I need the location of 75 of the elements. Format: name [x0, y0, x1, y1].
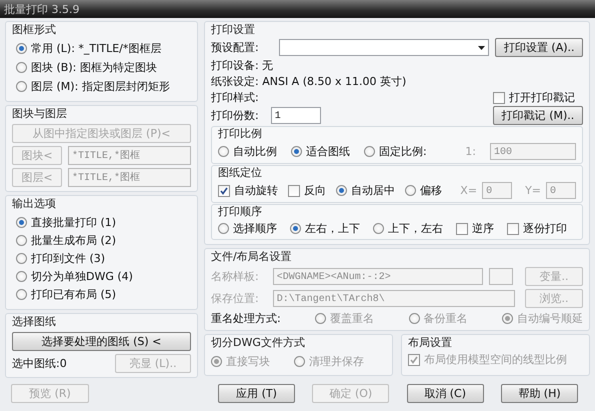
group-title: 图框形式	[12, 23, 57, 37]
radio-icon[interactable]	[336, 185, 347, 196]
window-title: 批量打印 3.5.9	[4, 2, 80, 16]
group-title: 图块与图层	[12, 107, 68, 121]
radio-icon[interactable]	[16, 217, 27, 228]
checkbox[interactable]: 逐份打印	[507, 221, 567, 236]
radio-icon[interactable]	[405, 185, 416, 196]
selected-count: 选中图纸:0	[12, 356, 67, 371]
radio-button[interactable]: 切分为单独DWG (4)	[16, 269, 187, 284]
radio-icon[interactable]	[16, 62, 27, 73]
radio-icon[interactable]	[16, 289, 27, 300]
checkbox[interactable]: 逆序	[456, 221, 494, 236]
copies-label: 打印份数:	[211, 108, 259, 123]
radio-button[interactable]: 选择顺序	[218, 221, 277, 236]
dialog-button[interactable]: 帮助 (H)	[500, 384, 578, 403]
y-label: Y=	[525, 184, 541, 197]
checkbox-icon[interactable]	[493, 92, 505, 104]
radio-icon[interactable]	[364, 146, 375, 157]
group-title: 选择图纸	[12, 315, 57, 329]
radio-button[interactable]: 打印已有布局 (5)	[16, 287, 187, 302]
group-title: 切分DWG文件方式	[211, 336, 306, 350]
radio-icon[interactable]	[16, 253, 27, 264]
radio-button[interactable]: 批量生成布局 (2)	[16, 233, 187, 248]
print-stamp-button[interactable]: 打印戳记 (M)..	[493, 106, 583, 125]
checkbox-icon[interactable]	[456, 222, 468, 234]
radio-button[interactable]: 图层 (M): 指定图层封闭矩形	[16, 79, 187, 94]
group-title: 布局设置	[408, 336, 453, 350]
checkbox-icon[interactable]	[288, 184, 300, 196]
group-title: 打印设置	[211, 23, 256, 37]
dialog-button[interactable]: 取消 (C)	[406, 384, 484, 403]
preset-dropdown[interactable]	[278, 39, 490, 56]
checkbox-icon[interactable]	[507, 222, 519, 234]
radio-button[interactable]: 自动比例	[218, 144, 277, 159]
select-sheets-button[interactable]: 选择要处理的图纸 (S) <	[12, 332, 191, 351]
x-label: X=	[460, 184, 478, 197]
checkbox[interactable]: 自动旋转	[218, 183, 278, 198]
group-title: 打印顺序	[218, 205, 263, 219]
group-title: 图纸定位	[218, 166, 263, 180]
radio-button[interactable]: 适合图纸	[291, 144, 350, 159]
radio-icon[interactable]	[218, 146, 229, 157]
radio-button[interactable]: 固定比例:	[364, 144, 427, 159]
group-title: 输出选项	[12, 197, 57, 211]
radio-button[interactable]: 自动居中	[336, 183, 395, 198]
radio-icon[interactable]	[290, 223, 301, 234]
radio-icon[interactable]	[16, 271, 27, 282]
print-device: 打印设备: 无	[211, 58, 274, 73]
radio-button[interactable]: 左右，上下	[290, 221, 360, 236]
radio-button[interactable]: 偏移	[405, 183, 442, 198]
template-label: 名称样板:	[211, 269, 259, 284]
radio-icon[interactable]	[291, 146, 302, 157]
radio-icon[interactable]	[373, 223, 384, 234]
radio-button[interactable]: 直接批量打印 (1)	[16, 215, 187, 230]
group-title: 文件/布局名设置	[211, 250, 293, 264]
print-style: 打印样式:	[211, 90, 260, 105]
preset-label: 预设配置:	[211, 40, 259, 55]
dropdown-arrow-icon	[478, 46, 486, 50]
radio-icon[interactable]	[16, 81, 27, 92]
checkbox[interactable]: 打开打印戳记	[493, 90, 583, 105]
group-title: 打印比例	[218, 127, 263, 141]
copies-field[interactable]: 1	[270, 107, 321, 124]
checkbox[interactable]: 反向	[288, 183, 326, 198]
rename-label: 重名处理方式:	[211, 311, 281, 326]
radio-button[interactable]: 打印到文件 (3)	[16, 251, 187, 266]
radio-icon[interactable]	[218, 223, 229, 234]
radio-icon[interactable]	[16, 235, 27, 246]
dialog-button[interactable]: 应用 (T)	[218, 384, 295, 403]
radio-button[interactable]: 常用 (L): *_TITLE/*图框层	[16, 41, 187, 56]
ratio-label: 1:	[465, 145, 476, 158]
radio-icon[interactable]	[16, 43, 27, 54]
radio-button[interactable]: 图块 (B): 图框为特定图块	[16, 60, 187, 75]
location-label: 保存位置:	[211, 291, 259, 306]
checkbox-icon[interactable]	[218, 184, 230, 196]
print-settings-button[interactable]: 打印设置 (A)..	[495, 38, 583, 57]
paper-setting: 纸张设定: ANSI A (8.50 x 11.00 英寸)	[211, 74, 408, 89]
radio-button[interactable]: 上下，左右	[373, 221, 443, 236]
